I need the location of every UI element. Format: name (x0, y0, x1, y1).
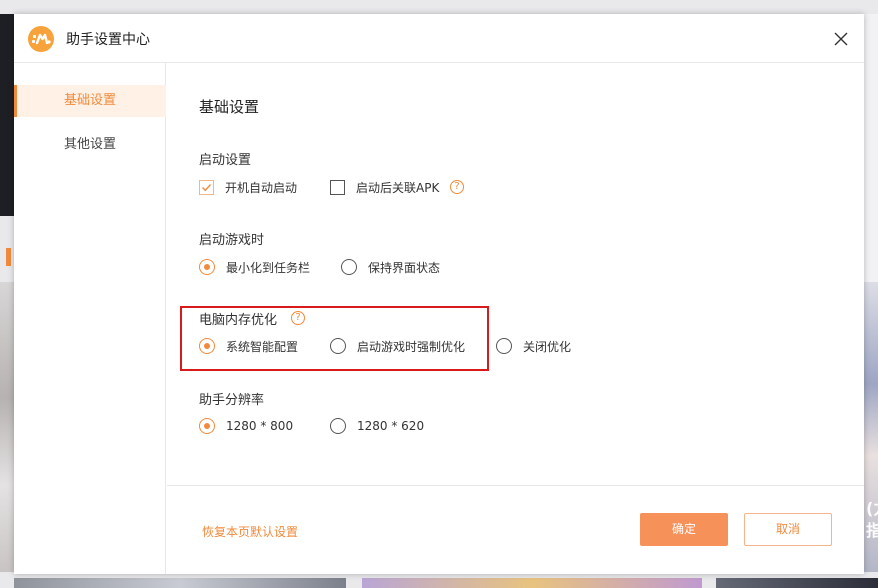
checkbox-checked-icon (199, 179, 214, 195)
resolution-label: 助手分辨率 (199, 393, 265, 408)
settings-sidebar: 基础设置 其他设置 (14, 63, 166, 574)
disable-optimize-radio[interactable]: 关闭优化 (496, 337, 571, 355)
memory-optimization-label: 电脑内存优化 (199, 313, 278, 328)
settings-content: 基础设置 启动设置 开机自动启动 启动后关联APK ? 启动游戏时 最小化到任务… (167, 63, 864, 574)
resolution-620-radio[interactable]: 1280 * 620 (330, 417, 424, 435)
game-launch-label: 启动游戏时 (199, 233, 265, 248)
checkbox-unchecked-icon (330, 179, 345, 195)
associate-apk-label: 启动后关联APK (356, 180, 440, 195)
background-panel-right (864, 14, 878, 282)
close-button[interactable] (829, 27, 853, 51)
background-accent-bar (6, 248, 11, 266)
radio-unselected-icon (341, 259, 357, 275)
minimize-taskbar-radio[interactable]: 最小化到任务栏 (199, 258, 310, 276)
help-icon[interactable]: ? (291, 311, 305, 325)
resolution-800-label: 1280 * 800 (226, 419, 294, 433)
radio-selected-icon (199, 259, 215, 275)
dialog-footer: 恢复本页默认设置 确定 取消 (167, 485, 864, 574)
background-thumbnail-1 (14, 578, 346, 588)
keep-state-radio[interactable]: 保持界面状态 (341, 258, 440, 276)
autostart-checkbox[interactable]: 开机自动启动 (199, 178, 297, 196)
dialog-titlebar: 助手设置中心 (14, 14, 864, 63)
force-optimize-label: 启动游戏时强制优化 (357, 339, 466, 354)
keep-state-label: 保持界面状态 (368, 260, 441, 275)
radio-unselected-icon (496, 338, 512, 354)
smart-config-label: 系统智能配置 (226, 339, 299, 354)
radio-selected-icon (199, 338, 215, 354)
close-icon (834, 32, 848, 46)
smart-config-radio[interactable]: 系统智能配置 (199, 337, 298, 355)
sidebar-item-other-settings[interactable]: 其他设置 (14, 129, 166, 161)
force-optimize-radio[interactable]: 启动游戏时强制优化 (330, 337, 465, 355)
radio-selected-icon (199, 418, 215, 434)
section-title: 基础设置 (199, 98, 260, 116)
associate-apk-checkbox[interactable]: 启动后关联APK (330, 178, 439, 196)
background-image-left (0, 282, 14, 572)
resolution-620-label: 1280 * 620 (357, 419, 425, 433)
background-edge-text: (力 指 (866, 499, 878, 540)
background-panel-dark (0, 14, 14, 216)
confirm-button[interactable]: 确定 (640, 513, 728, 546)
resolution-800-radio[interactable]: 1280 * 800 (199, 417, 293, 435)
minimize-taskbar-label: 最小化到任务栏 (226, 260, 311, 275)
background-thumbnail-3 (716, 578, 878, 588)
settings-dialog: 助手设置中心 基础设置 其他设置 基础设置 启动设置 开机自动启动 启动后关联A… (14, 14, 864, 574)
sidebar-item-basic-settings[interactable]: 基础设置 (14, 85, 166, 117)
dialog-title: 助手设置中心 (66, 32, 150, 48)
autostart-label: 开机自动启动 (225, 180, 298, 195)
cancel-button[interactable]: 取消 (744, 513, 832, 546)
radio-unselected-icon (330, 418, 346, 434)
background-thumbnail-2 (362, 578, 702, 588)
disable-optimize-label: 关闭优化 (523, 339, 572, 354)
app-logo-icon (28, 26, 54, 52)
restore-defaults-link[interactable]: 恢复本页默认设置 (202, 523, 298, 540)
startup-settings-label: 启动设置 (199, 153, 252, 168)
help-icon[interactable]: ? (450, 180, 464, 194)
radio-unselected-icon (330, 338, 346, 354)
